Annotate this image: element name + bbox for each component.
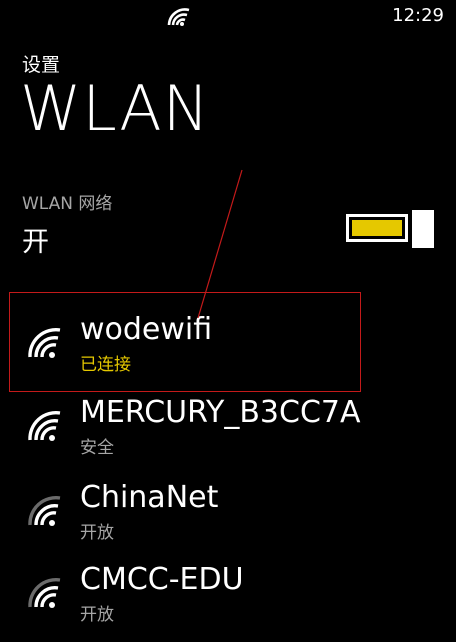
network-status: 开放 (80, 605, 114, 625)
network-name: MERCURY_B3CC7A (80, 395, 361, 430)
wlan-state-text: 开 (22, 227, 49, 258)
network-name: CMCC-EDU (80, 562, 244, 597)
wifi-full-icon (28, 410, 61, 441)
status-bar: 12:29 (0, 0, 456, 32)
wifi-medium-icon (28, 495, 61, 526)
network-status: 开放 (80, 523, 114, 543)
network-name: ChinaNet (80, 480, 219, 515)
status-time: 12:29 (392, 5, 444, 26)
annotation-highlight-box (9, 292, 361, 392)
network-item-chinanet[interactable]: ChinaNet 开放 (0, 480, 456, 560)
toggle-fill (352, 220, 402, 236)
page-title: WLAN (20, 72, 211, 145)
wifi-signal-icon (167, 8, 190, 26)
wlan-toggle-switch[interactable] (346, 210, 434, 248)
network-item-cmcc-edu[interactable]: CMCC-EDU 开放 (0, 562, 456, 642)
wlan-network-label: WLAN 网络 (22, 194, 113, 214)
wifi-medium-icon (28, 577, 61, 608)
toggle-thumb[interactable] (412, 210, 434, 248)
network-status: 安全 (80, 438, 114, 458)
network-item-mercury[interactable]: MERCURY_B3CC7A 安全 (0, 395, 456, 475)
